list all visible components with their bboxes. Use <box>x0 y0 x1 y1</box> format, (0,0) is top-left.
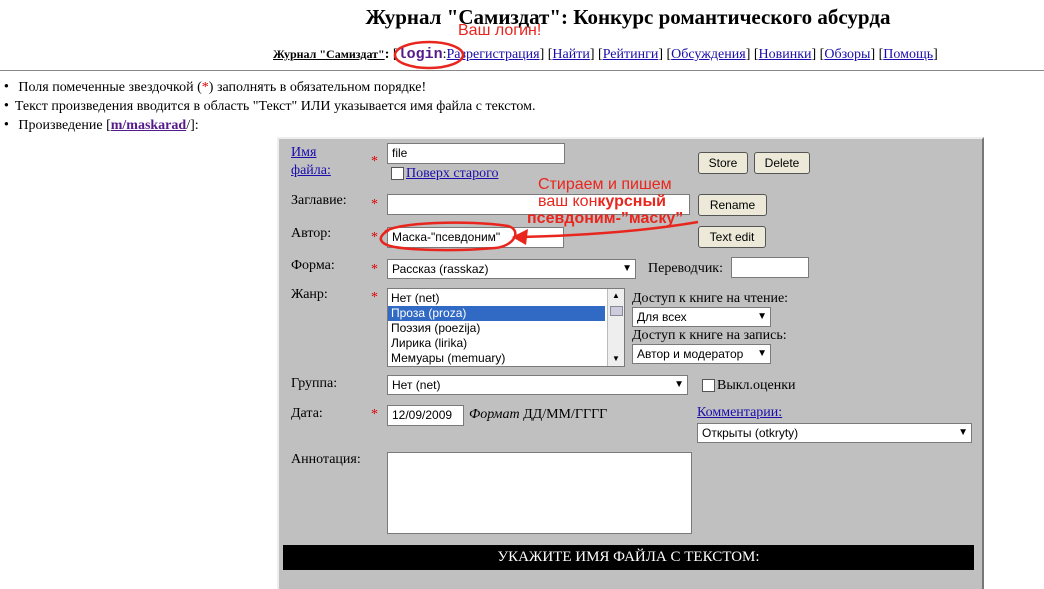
login-hint-annotation: Ваш логин! <box>458 22 542 39</box>
login-highlight-circle <box>393 40 465 70</box>
annotation-marks <box>379 40 699 252</box>
author-highlight-circle <box>379 221 517 252</box>
pseudonym-annotation: Стираем и пишем ваш конкурсный псевдоним… <box>527 176 684 227</box>
